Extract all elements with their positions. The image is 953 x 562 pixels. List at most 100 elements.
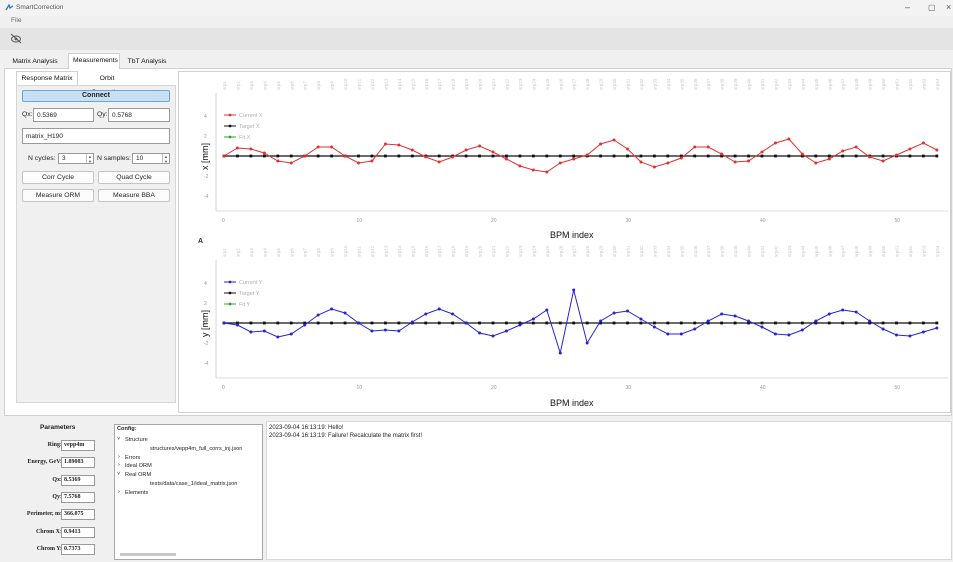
bpm-label: srp26 [558,245,563,257]
tree-item-errors[interactable]: Errors [125,455,140,461]
measure-orm-button[interactable]: Measure ORM [22,189,94,202]
tree-item-ideal-orm[interactable]: Ideal ORM [125,463,152,469]
target-point [693,154,697,158]
current-point [773,141,777,145]
current-point [585,153,589,157]
target-point [800,321,804,325]
current-point [827,312,831,316]
current-point [760,325,764,329]
bpm-label: srp11 [357,78,362,90]
x-tick-label: 20 [491,385,497,391]
target-point [505,321,508,325]
tab-orbit-correction[interactable]: Orbit Correction [80,72,134,96]
tab-response-matrix[interactable]: Response Matrix [16,71,78,85]
menu-file[interactable]: File [11,17,21,24]
current-point [787,137,791,141]
tree-item-structure[interactable]: Structure [125,437,148,443]
x-tick-label: 50 [895,218,901,224]
bpm-label: srp48 [854,245,859,257]
chevron-right-icon[interactable]: › [118,462,120,468]
current-point [222,154,226,158]
current-point [814,161,818,165]
current-point [451,312,455,316]
y-tick-label: -4 [204,194,209,200]
qy-field[interactable]: 0.5768 [108,108,170,122]
measure-bba-button[interactable]: Measure BBA [98,189,170,202]
bpm-label: srp25 [545,245,550,257]
current-point [478,331,482,335]
hide-icon[interactable] [9,31,23,45]
bpm-label: srp37 [706,78,711,90]
close-button[interactable]: × [946,2,951,12]
nsamples-spinbox[interactable]: 10 ▲ ▼ [132,153,170,164]
bpm-label: srp24 [531,245,536,257]
bpm-label: srp40 [747,245,752,257]
current-point [854,310,858,314]
bpm-label: srp6 [289,248,294,257]
current-point [235,146,239,150]
ncycles-label: N cycles: [28,155,56,162]
target-point [653,154,656,158]
connect-button[interactable]: Connect [22,90,170,102]
target-point [908,321,912,325]
spin-arrows-icon[interactable]: ▲ ▼ [86,154,93,164]
maximize-button[interactable]: ▢ [928,3,936,12]
minimize-button[interactable]: – [905,2,910,12]
bpm-label: srp7 [303,81,308,90]
current-point [383,328,387,332]
legend-marker [228,291,232,295]
chevron-right-icon[interactable]: › [118,489,120,495]
current-point [330,145,334,149]
tree-item-elements[interactable]: Elements [125,490,148,496]
tree-item-real-orm[interactable]: Real ORM [125,472,151,478]
current-point [841,308,845,312]
matrix-name-field[interactable]: matrix_H190 [22,128,170,144]
chevron-down-icon[interactable]: ˅ [117,471,120,477]
current-point [921,141,925,145]
horizontal-scrollbar[interactable] [120,553,176,556]
tab-measurements[interactable]: Measurements [68,53,120,69]
tab-matrix-analysis[interactable]: Matrix Analysis [4,55,66,69]
tab-tbt-analysis[interactable]: TbT Analysis [122,55,172,69]
current-point [357,321,360,325]
target-point [491,154,495,158]
target-point [531,154,535,158]
bpm-label: srp3 [249,248,254,257]
orbit-plots[interactable]: Asrp1 srp2 srp3 srp4 srp5 srp6 srp7 srp8 srp9 srp… [178,71,951,413]
chevron-down-icon[interactable]: ˅ [117,436,120,442]
current-point [895,333,898,337]
current-point [397,143,401,147]
current-point [666,332,670,336]
bpm-label: srp21 [491,245,496,257]
bpm-label: srp9 [330,81,335,90]
qx-field[interactable]: 0.5369 [33,108,94,122]
quad-cycle-button[interactable]: Quad Cycle [98,171,170,184]
target-point [827,154,831,158]
target-point [854,321,858,325]
target-point [558,321,562,325]
chevron-right-icon[interactable]: › [118,454,120,460]
target-point [881,154,885,158]
current-point [693,145,697,149]
bpm-label: srp11 [357,245,362,257]
target-point [626,154,629,158]
target-point [424,321,428,325]
spin-arrows-icon[interactable]: ▲ ▼ [162,154,169,164]
y-tick-label: 2 [204,301,207,307]
target-point [572,321,576,325]
current-point [478,144,482,148]
current-point [397,329,401,333]
bpm-label: srp50 [881,245,886,257]
ncycles-spinbox[interactable]: 3 ▲ ▼ [58,153,94,164]
corr-cycle-button[interactable]: Corr Cycle [22,171,94,184]
current-point [773,332,777,336]
bpm-label: srp31 [626,78,631,90]
target-point [518,154,522,158]
bpm-label: srp45 [814,245,819,257]
bpm-label: srp8 [316,248,321,257]
bpm-label: srp47 [841,78,846,90]
log-line: 2023-09-04 16:13:19: Failure! Recalculat… [269,433,423,439]
y-tick-label: 4 [204,281,207,287]
target-point [437,321,441,325]
current-point [679,156,683,160]
